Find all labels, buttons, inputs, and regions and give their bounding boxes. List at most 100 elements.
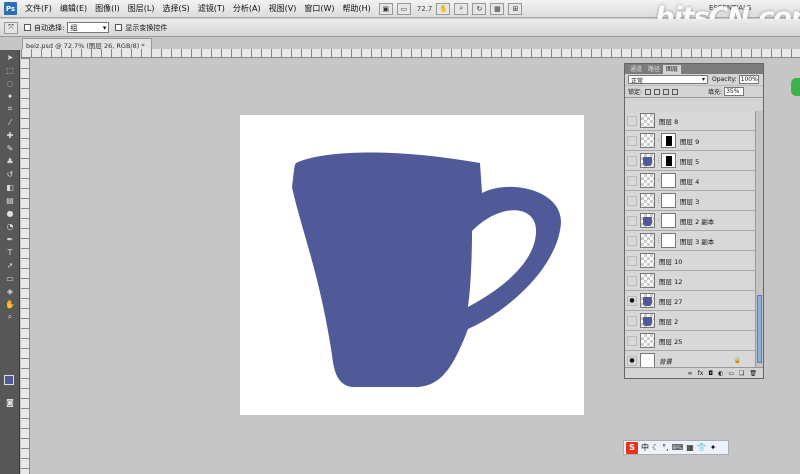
zoom-level[interactable]: 72.7 [417, 5, 433, 13]
layer-row[interactable]: 图层 2 [625, 311, 755, 331]
history-brush-icon[interactable]: ↺ [2, 168, 18, 180]
3d-tool-icon[interactable]: ◈ [2, 285, 18, 297]
add-mask-icon[interactable]: ◘ [708, 370, 713, 377]
clone-stamp-icon[interactable]: ♣ [2, 155, 18, 167]
wrench-icon[interactable]: ✦ [710, 443, 717, 452]
document-tab[interactable]: beiz.psd @ 72.7% (图层 26, RGB/8) * [22, 38, 152, 49]
layer-mask-thumbnail[interactable] [661, 233, 676, 248]
eraser-icon[interactable]: ◧ [2, 181, 18, 193]
layer-mask-thumbnail[interactable] [661, 173, 676, 188]
arrange-icon[interactable]: ▦ [490, 2, 505, 15]
auto-select-checkbox[interactable] [24, 24, 31, 31]
quick-mask-icon[interactable]: ◙ [2, 396, 18, 408]
screen-mode-icon[interactable]: ▭ [396, 2, 411, 15]
layer-row[interactable]: 图层 25 [625, 331, 755, 351]
magic-wand-icon[interactable]: ✦ [2, 90, 18, 102]
layer-row[interactable]: ⋮ 图层 3 [625, 191, 755, 211]
skin-icon[interactable]: ▦ [686, 443, 694, 452]
visibility-eye-icon[interactable] [627, 335, 637, 346]
layer-row[interactable]: 图层 10 [625, 251, 755, 271]
menu-edit[interactable]: 编辑(E) [56, 3, 91, 14]
layer-mask-thumbnail[interactable] [661, 133, 676, 148]
bridge-icon[interactable]: ▣ [378, 2, 393, 15]
visibility-eye-icon[interactable] [627, 115, 637, 126]
layer-row[interactable]: 图层 12 [625, 271, 755, 291]
menu-image[interactable]: 图像(I) [91, 3, 124, 14]
tab-channels[interactable]: 通道 [627, 65, 645, 74]
foreground-color-swatch[interactable] [4, 375, 14, 385]
crop-tool-icon[interactable]: ⌗ [2, 103, 18, 115]
auto-select-dropdown[interactable]: 组 ▾ [67, 22, 110, 33]
tab-paths[interactable]: 路径 [645, 65, 663, 74]
chain-link-icon[interactable]: ⋮ [656, 198, 661, 204]
lock-image-icon[interactable] [654, 88, 661, 95]
chain-link-icon[interactable]: ⋮ [656, 138, 661, 144]
pen-tool-icon[interactable]: ✒ [2, 233, 18, 245]
layer-row[interactable]: ⋮ 图层 4 [625, 171, 755, 191]
visibility-eye-icon[interactable]: ● [627, 355, 637, 366]
visibility-eye-icon[interactable] [627, 195, 637, 206]
layer-row[interactable]: ⋮ 图层 5 [625, 151, 755, 171]
shirt-icon[interactable]: 👕 [697, 443, 707, 452]
layer-row[interactable]: ⋮ 图层 9 [625, 131, 755, 151]
link-layers-icon[interactable]: ∞ [688, 370, 693, 377]
menu-select[interactable]: 选择(S) [158, 3, 193, 14]
zoom-icon[interactable]: ⌕ [454, 2, 469, 15]
lock-position-icon[interactable] [663, 88, 670, 95]
chain-link-icon[interactable]: ⋮ [656, 238, 661, 244]
opacity-input[interactable]: 100% [738, 75, 759, 84]
show-transform-checkbox[interactable] [115, 24, 123, 31]
blur-tool-icon[interactable]: ● [2, 207, 18, 219]
visibility-eye-icon[interactable] [627, 175, 637, 186]
trash-icon[interactable]: 🗑 [749, 370, 757, 377]
visibility-eye-icon[interactable]: ● [627, 295, 637, 306]
fill-input[interactable]: 35% [724, 87, 745, 96]
healing-brush-icon[interactable]: ✚ [2, 129, 18, 141]
fx-icon[interactable]: fx [698, 370, 704, 377]
punctuation-icon[interactable]: °, [662, 443, 669, 452]
visibility-eye-icon[interactable] [627, 315, 637, 326]
extras-icon[interactable]: ⊞ [508, 2, 523, 15]
adjustment-icon[interactable]: ◐ [718, 370, 723, 377]
new-layer-icon[interactable]: ❏ [739, 370, 744, 377]
menu-help[interactable]: 帮助(H) [339, 3, 375, 14]
keyboard-icon[interactable]: ⌨ [672, 443, 684, 452]
hand-icon[interactable]: ✋ [436, 2, 451, 15]
layer-row[interactable]: ⋮ 图层 2 副本 [625, 211, 755, 231]
rotate-icon[interactable]: ↻ [472, 2, 487, 15]
scroll-thumb[interactable] [757, 295, 762, 363]
floating-widget-badge[interactable] [791, 78, 800, 96]
layers-scrollbar[interactable] [755, 111, 763, 367]
menu-window[interactable]: 窗口(W) [300, 3, 338, 14]
layer-row[interactable]: ⋮ 图层 3 副本 [625, 231, 755, 251]
menu-filter[interactable]: 滤镜(T) [194, 3, 229, 14]
visibility-eye-icon[interactable] [627, 275, 637, 286]
visibility-eye-icon[interactable] [627, 155, 637, 166]
tab-layers[interactable]: 图层 [663, 65, 682, 74]
hand-tool-icon[interactable]: ✋ [2, 298, 18, 310]
chain-link-icon[interactable]: ⋮ [656, 218, 661, 224]
move-tool-icon[interactable]: ⤧ [4, 21, 18, 34]
path-select-icon[interactable]: ➚ [2, 259, 18, 271]
blend-mode-dropdown[interactable]: 正常 ▾ [628, 75, 708, 85]
dodge-tool-icon[interactable]: ◔ [2, 220, 18, 232]
type-tool-icon[interactable]: T [2, 246, 18, 258]
visibility-eye-icon[interactable] [627, 215, 637, 226]
new-group-icon[interactable]: ▭ [728, 370, 734, 377]
layer-mask-thumbnail[interactable] [661, 153, 676, 168]
layer-mask-thumbnail[interactable] [661, 213, 676, 228]
layer-row[interactable]: ● 背景 🔒 [625, 351, 755, 367]
visibility-eye-icon[interactable] [627, 135, 637, 146]
menu-file[interactable]: 文件(F) [21, 3, 56, 14]
layer-row[interactable]: 图层 8 [625, 111, 755, 131]
moon-icon[interactable]: ☾ [652, 443, 659, 452]
ime-mode[interactable]: 中 [641, 442, 649, 453]
layer-mask-thumbnail[interactable] [661, 193, 676, 208]
visibility-eye-icon[interactable] [627, 255, 637, 266]
chain-link-icon[interactable]: ⋮ [656, 158, 661, 164]
menu-view[interactable]: 视图(V) [265, 3, 301, 14]
gradient-tool-icon[interactable]: ▤ [2, 194, 18, 206]
brush-tool-icon[interactable]: ✎ [2, 142, 18, 154]
lock-all-icon[interactable] [672, 88, 679, 95]
zoom-tool-icon[interactable]: ⌕ [2, 311, 18, 323]
